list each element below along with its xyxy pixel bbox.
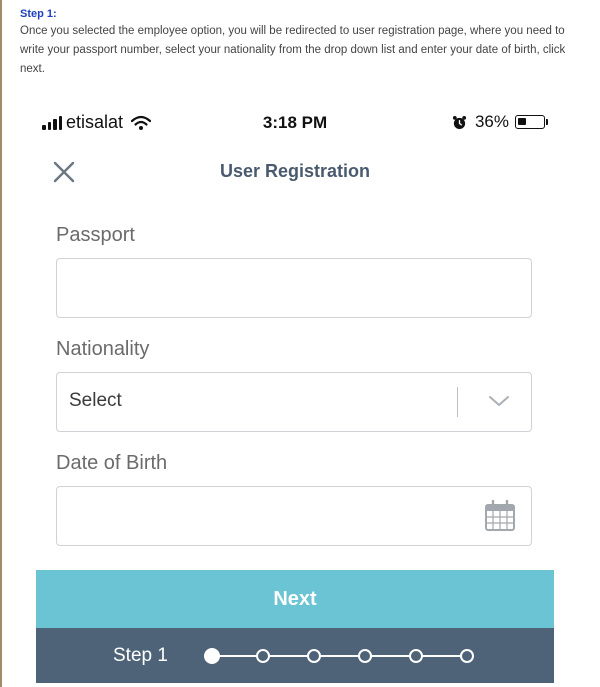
battery-percent: 36% (474, 112, 509, 131)
step-label: Step 1 (113, 645, 168, 666)
dob-field-box (56, 486, 532, 546)
step-dot-current (204, 648, 220, 664)
nationality-selected-value: Select (69, 390, 122, 411)
page-left-border (0, 0, 2, 687)
passport-field-box (56, 258, 532, 318)
chevron-down-icon[interactable] (487, 393, 511, 409)
next-button[interactable]: Next (36, 570, 554, 628)
page-title: User Registration (219, 161, 371, 181)
passport-label: Passport (56, 224, 135, 246)
instructions: Step 1: Once you selected the employee o… (20, 8, 580, 79)
dob-label: Date of Birth (56, 452, 168, 474)
step-dot (307, 649, 321, 663)
alarm-icon (452, 115, 467, 129)
step-dot (460, 649, 474, 663)
nationality-select[interactable]: Select (56, 372, 532, 432)
step-dot (256, 649, 270, 663)
step-dot (409, 649, 423, 663)
status-bar-right: 36% (452, 112, 548, 132)
calendar-icon[interactable] (483, 499, 517, 533)
step-indicator (204, 648, 474, 664)
status-bar: etisalat 3:18 PM 36% (36, 110, 554, 134)
step-progress: Step 1 (36, 628, 554, 683)
phone-screen: etisalat 3:18 PM 36% User Registration P… (36, 100, 554, 687)
passport-input[interactable] (57, 259, 531, 317)
step-dot (358, 649, 372, 663)
nationality-label: Nationality (56, 338, 150, 360)
select-divider (457, 387, 458, 417)
instruction-text: Once you selected the employee option, y… (20, 25, 566, 75)
dob-input[interactable] (57, 487, 531, 545)
battery-icon (515, 115, 548, 129)
instruction-title: Step 1: (20, 8, 57, 20)
